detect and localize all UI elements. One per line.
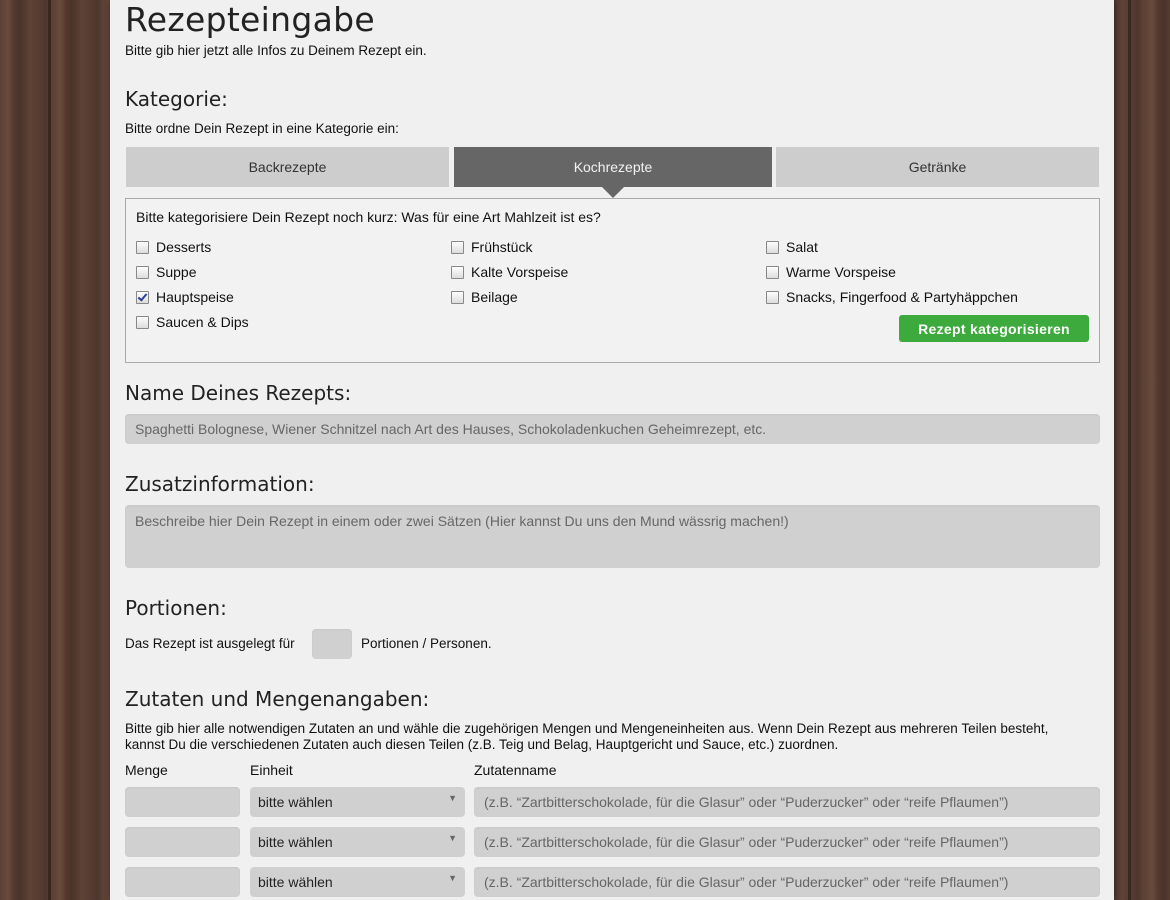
active-tab-pointer xyxy=(602,187,624,198)
tab-kochrezepte[interactable]: Kochrezepte xyxy=(454,147,772,187)
zutaten-hint-line1: Bitte gib hier alle notwendigen Zutaten … xyxy=(125,721,1049,736)
menge-input[interactable] xyxy=(125,867,240,897)
option-label: Suppe xyxy=(156,264,197,280)
einheit-select-value: bitte wählen xyxy=(258,794,333,810)
option-suppe[interactable]: Suppe xyxy=(136,264,196,280)
checkbox-icon[interactable] xyxy=(766,240,779,254)
zutaten-hint-line2: kannst Du die verschiedenen Zutaten auch… xyxy=(125,737,839,752)
option-kalte-vorspeise[interactable]: Kalte Vorspeise xyxy=(451,264,568,280)
option-desserts[interactable]: Desserts xyxy=(136,239,211,255)
zutatenname-input[interactable]: (z.B. “Zartbitterschokolade, für die Gla… xyxy=(474,827,1100,857)
option-label: Hauptspeise xyxy=(156,289,234,305)
einheit-select[interactable]: bitte wählen ▼ xyxy=(250,787,465,817)
checkbox-icon[interactable] xyxy=(451,240,464,254)
option-beilage[interactable]: Beilage xyxy=(451,289,518,305)
mahlzeit-question: Bitte kategorisiere Dein Rezept noch kur… xyxy=(136,209,601,225)
zusatz-textarea[interactable]: Beschreibe hier Dein Rezept in einem ode… xyxy=(125,505,1100,568)
name-heading: Name Deines Rezepts: xyxy=(125,381,352,405)
einheit-select-value: bitte wählen xyxy=(258,874,333,890)
option-label: Desserts xyxy=(156,239,212,255)
zusatz-heading: Zusatzinformation: xyxy=(125,472,315,496)
caret-down-icon: ▼ xyxy=(448,873,457,883)
recipe-name-input[interactable]: Spaghetti Bolognese, Wiener Schnitzel na… xyxy=(125,414,1100,444)
col-menge: Menge xyxy=(125,762,168,778)
menge-input[interactable] xyxy=(125,787,240,817)
kategorisieren-button[interactable]: Rezept kategorisieren xyxy=(899,315,1089,342)
option-hauptspeise[interactable]: Hauptspeise xyxy=(136,289,234,305)
portionen-heading: Portionen: xyxy=(125,596,227,620)
recipe-form-panel: Rezepteingabe Bitte gib hier jetzt alle … xyxy=(110,0,1114,900)
zutaten-heading: Zutaten und Mengenangaben: xyxy=(125,687,430,711)
page-title: Rezepteingabe xyxy=(125,0,375,39)
option-salat[interactable]: Salat xyxy=(766,239,818,255)
col-einheit: Einheit xyxy=(250,762,293,778)
page-intro: Bitte gib hier jetzt alle Infos zu Deine… xyxy=(125,43,427,58)
tab-backrezepte[interactable]: Backrezepte xyxy=(126,147,449,187)
portionen-before-text: Das Rezept ist ausgelegt für xyxy=(125,636,295,651)
checkbox-icon[interactable] xyxy=(451,265,464,279)
kategorie-heading: Kategorie: xyxy=(125,87,228,111)
option-label: Warme Vorspeise xyxy=(786,264,896,280)
option-warme-vorspeise[interactable]: Warme Vorspeise xyxy=(766,264,896,280)
option-snacks[interactable]: Snacks, Fingerfood & Partyhäppchen xyxy=(766,289,1018,305)
checkbox-icon[interactable] xyxy=(451,290,464,304)
caret-down-icon: ▼ xyxy=(448,793,457,803)
option-label: Snacks, Fingerfood & Partyhäppchen xyxy=(786,289,1018,305)
col-zutatenname: Zutatenname xyxy=(474,762,557,778)
checkbox-icon[interactable] xyxy=(766,290,779,304)
menge-input[interactable] xyxy=(125,827,240,857)
option-saucen[interactable]: Saucen & Dips xyxy=(136,314,249,330)
caret-down-icon: ▼ xyxy=(448,833,457,843)
option-label: Beilage xyxy=(471,289,518,305)
einheit-select-value: bitte wählen xyxy=(258,834,333,850)
einheit-select[interactable]: bitte wählen ▼ xyxy=(250,827,465,857)
checkbox-icon[interactable] xyxy=(136,315,149,329)
tab-getraenke[interactable]: Getränke xyxy=(776,147,1099,187)
portionen-input[interactable] xyxy=(312,629,352,659)
einheit-select[interactable]: bitte wählen ▼ xyxy=(250,867,465,897)
portionen-after-text: Portionen / Personen. xyxy=(361,636,492,651)
checkbox-icon[interactable] xyxy=(136,265,149,279)
zutatenname-input[interactable]: (z.B. “Zartbitterschokolade, für die Gla… xyxy=(474,867,1100,897)
checkbox-checked-icon[interactable] xyxy=(136,290,149,304)
option-label: Saucen & Dips xyxy=(156,314,249,330)
option-label: Frühstück xyxy=(471,239,533,255)
option-label: Kalte Vorspeise xyxy=(471,264,569,280)
option-fruehstueck[interactable]: Frühstück xyxy=(451,239,532,255)
checkbox-icon[interactable] xyxy=(136,240,149,254)
checkbox-icon[interactable] xyxy=(766,265,779,279)
option-label: Salat xyxy=(786,239,818,255)
zutatenname-input[interactable]: (z.B. “Zartbitterschokolade, für die Gla… xyxy=(474,787,1100,817)
kategorie-hint: Bitte ordne Dein Rezept in eine Kategori… xyxy=(125,121,399,136)
